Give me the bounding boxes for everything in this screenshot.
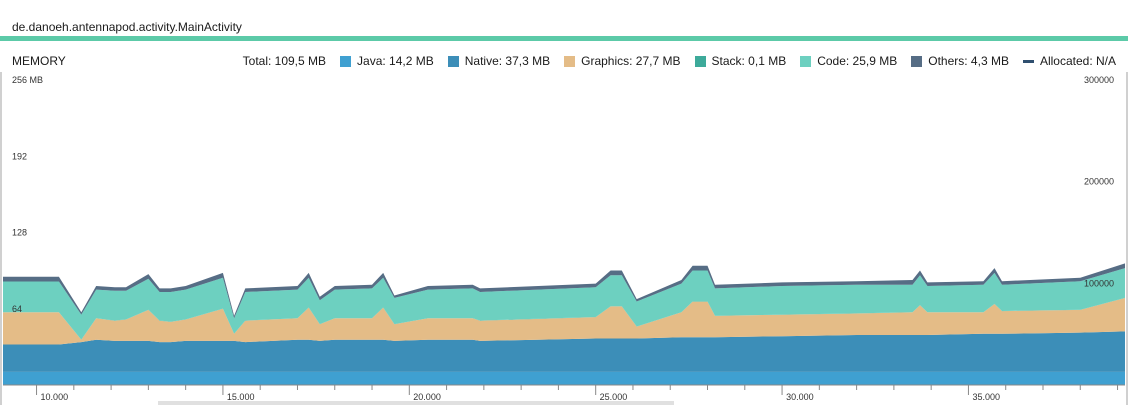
x-tick-label: 30.000 — [786, 392, 814, 402]
y-axis-right: 300000 200000 100000 — [1084, 75, 1114, 288]
horizontal-scrollbar[interactable] — [158, 401, 674, 405]
y-left-tick-label: 192 — [12, 151, 27, 161]
y-right-tick-label: 100000 — [1084, 278, 1114, 288]
x-tick-label: 35.000 — [972, 392, 1000, 402]
y-left-tick-label: 256 MB — [12, 75, 43, 85]
y-left-tick-label: 64 — [12, 304, 22, 314]
memory-areas — [3, 263, 1125, 385]
y-right-tick-label: 200000 — [1084, 177, 1114, 187]
x-axis: 10.000 15.000 20.000 25.000 30.000 35.000 — [3, 384, 1125, 402]
x-tick-label: 10.000 — [41, 392, 69, 402]
area-java — [3, 371, 1125, 385]
y-left-tick-label: 128 — [12, 228, 27, 238]
y-right-tick-label: 300000 — [1084, 75, 1114, 85]
memory-chart: 10.000 15.000 20.000 25.000 30.000 35.000 256… — [3, 75, 1125, 402]
